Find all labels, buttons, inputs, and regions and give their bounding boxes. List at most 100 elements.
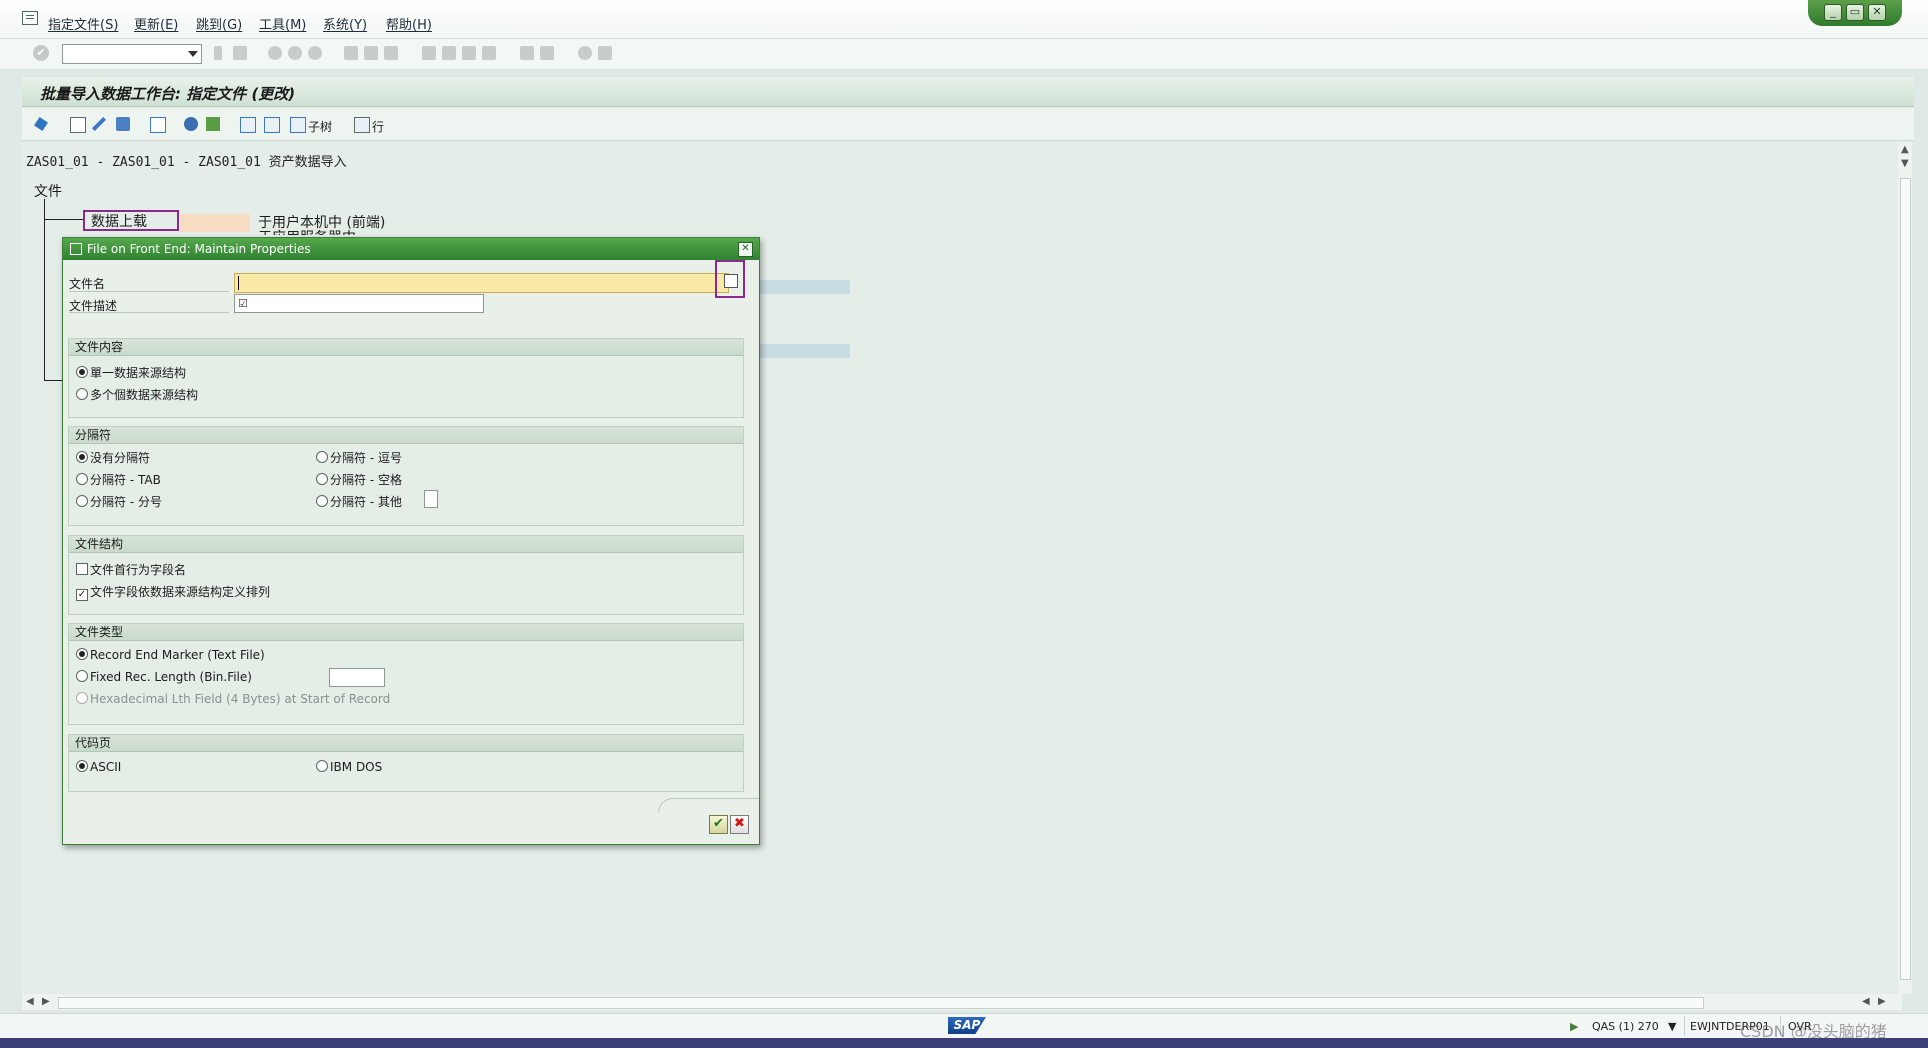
subtree-button-label[interactable]: 子树 [308,118,332,135]
scroll-left-icon[interactable]: ◀ [26,996,34,1007]
scroll-down-small-icon[interactable]: ▼ [1901,158,1909,169]
minimize-button[interactable]: _ [1824,4,1842,21]
close-window-button[interactable]: ✕ [1868,4,1886,21]
option-label: Record End Marker (Text File) [90,648,265,662]
scroll-right-small-icon[interactable]: ▶ [42,996,50,1007]
description-input[interactable]: ☑ [234,294,484,313]
scroll-right-icon[interactable]: ▶ [1878,996,1886,1007]
find-icon[interactable] [364,46,378,60]
subtree-icon[interactable] [290,117,306,133]
file-browse-icon[interactable] [724,274,738,288]
row-icon[interactable] [354,117,370,133]
checkbox-field-order[interactable]: ✓ 文件字段依数据来源结构定义排列 [76,583,270,601]
radio-icon[interactable] [76,366,88,378]
status-dropdown-icon[interactable]: ▼ [1668,1020,1676,1033]
filename-input[interactable] [234,273,729,293]
delete-icon[interactable] [116,117,130,131]
record-length-input[interactable] [329,668,385,687]
menu-update[interactable]: 更新(E) [134,14,178,33]
back-icon[interactable] [268,46,282,60]
first-page-icon[interactable] [422,46,436,60]
group-title-text: 代码页 [75,736,112,750]
dialog-confirm-button[interactable]: ✔ [709,815,728,834]
system-menu-icon[interactable] [22,11,38,25]
radio-separator-semicolon[interactable]: 分隔符 - 分号 [76,493,162,510]
radio-icon[interactable] [76,760,88,772]
vertical-scrollbar[interactable]: ▲ ▼ [1898,142,1912,994]
scroll-left-end-icon[interactable]: ◀ [1862,996,1870,1007]
radio-ibm-dos[interactable]: IBM DOS [316,760,382,774]
radio-icon[interactable] [76,670,88,682]
radio-separator-space[interactable]: 分隔符 - 空格 [316,471,402,488]
radio-multi-source[interactable]: 多个個数据来源结构 [76,386,198,403]
radio-icon[interactable] [76,495,88,507]
radio-ascii[interactable]: ASCII [76,760,121,774]
radio-record-end-marker[interactable]: Record End Marker (Text File) [76,648,265,662]
row-button-label[interactable]: 行 [372,118,384,135]
save-icon[interactable] [233,46,247,60]
chevron-down-icon[interactable] [188,51,198,57]
tree-node-data-upload[interactable]: 数据上载 [83,210,179,231]
shortcut-icon[interactable] [540,46,554,60]
create-icon[interactable] [70,117,86,133]
horizontal-scrollbar[interactable]: ◀ ▶ ◀ ▶ [22,994,1902,1010]
radio-icon[interactable] [76,451,88,463]
menu-goto[interactable]: 跳到(G) [196,14,242,33]
collapse-icon[interactable] [264,117,280,133]
command-field[interactable] [62,44,202,64]
radio-separator-tab[interactable]: 分隔符 - TAB [76,471,161,488]
radio-icon[interactable] [316,760,328,772]
status-system[interactable]: QAS (1) 270 [1592,1020,1659,1033]
refresh-icon[interactable] [206,117,220,131]
dialog-cancel-button[interactable]: ✖ [730,815,749,834]
menu-help[interactable]: 帮助(H) [386,14,432,33]
change-details-icon[interactable] [150,117,166,133]
radio-icon[interactable] [316,451,328,463]
radio-icon[interactable] [76,388,88,400]
option-label: 分隔符 - TAB [90,473,161,487]
horizontal-scroll-thumb[interactable] [58,997,1704,1009]
back-double-icon[interactable] [214,46,222,60]
radio-icon[interactable] [316,473,328,485]
option-label: ASCII [90,760,122,774]
expand-icon[interactable] [240,117,256,133]
radio-no-separator[interactable]: 没有分隔符 [76,449,150,466]
radio-icon[interactable] [316,495,328,507]
radio-fixed-length[interactable]: Fixed Rec. Length (Bin.File) [76,670,252,684]
option-label: IBM DOS [330,760,383,774]
radio-icon[interactable] [76,648,88,660]
checkbox-checked-icon[interactable]: ✓ [76,589,88,601]
find-next-icon[interactable] [384,46,398,60]
dialog-close-button[interactable]: ✕ [738,242,753,257]
new-session-icon[interactable] [520,46,534,60]
restore-button[interactable]: ▭ [1846,4,1864,21]
vertical-scroll-thumb[interactable] [1900,178,1911,980]
option-label: 分隔符 - 空格 [330,473,402,487]
exit-icon[interactable] [288,46,302,60]
menu-tools[interactable]: 工具(M) [259,14,306,33]
tree-root-file[interactable]: 文件 [34,181,62,201]
layout-menu-icon[interactable] [598,46,612,60]
previous-page-icon[interactable] [442,46,456,60]
checkbox-header-row[interactable]: 文件首行为字段名 [76,561,186,578]
menu-system[interactable]: 系统(Y) [323,14,367,33]
help-icon[interactable] [578,46,592,60]
radio-single-source[interactable]: 單一数据来源结构 [76,364,186,381]
print-icon[interactable] [344,46,358,60]
last-page-icon[interactable] [482,46,496,60]
display-change-icon[interactable] [34,117,48,131]
next-page-icon[interactable] [462,46,476,60]
radio-icon[interactable] [76,473,88,485]
radio-separator-comma[interactable]: 分隔符 - 逗号 [316,449,402,466]
scroll-up-icon[interactable]: ▲ [1901,144,1909,155]
edit-pencil-icon[interactable] [92,117,106,131]
menu-specify-file[interactable]: 指定文件(S) [48,14,118,33]
other-separator-input[interactable] [424,490,438,508]
checkbox-icon[interactable] [76,563,88,575]
status-bar: SAP ▶ QAS (1) 270 ▼ EWJNTDERP01 OVR [0,1013,1928,1038]
status-expand-icon[interactable]: ▶ [1570,1020,1578,1033]
cancel-icon[interactable] [308,46,322,60]
enter-check-icon[interactable]: ✔ [33,45,49,61]
radio-separator-other[interactable]: 分隔符 - 其他 [316,493,402,510]
copy-icon[interactable] [184,117,198,131]
